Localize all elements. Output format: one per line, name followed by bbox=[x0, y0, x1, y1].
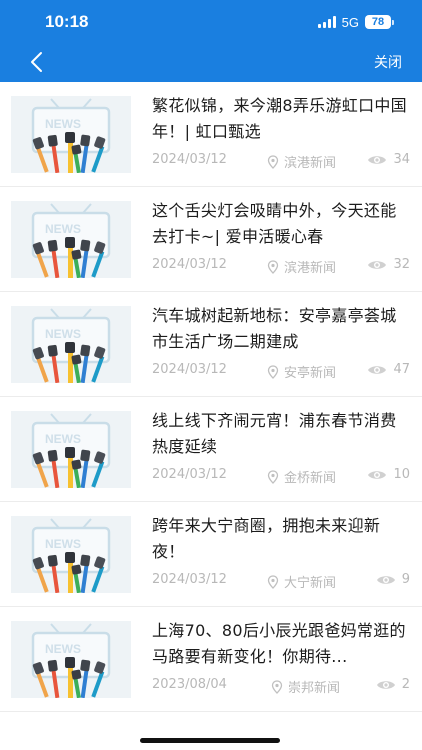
view-count: 34 bbox=[367, 152, 410, 167]
news-list-item[interactable]: NEWS 线上线下齐闹元宵！浦东春节消费热度延续 2024/03/12 金桥新闻… bbox=[0, 397, 422, 502]
news-date: 2023/08/04 bbox=[152, 677, 227, 692]
eye-icon bbox=[376, 575, 395, 584]
news-source-label: 大宁新闻 bbox=[284, 576, 337, 591]
news-thumbnail-image: NEWS bbox=[11, 306, 131, 384]
location-pin-icon bbox=[267, 154, 279, 169]
news-source-label: 崇邦新闻 bbox=[288, 681, 341, 696]
news-list-item[interactable]: NEWS 这个舌尖灯会吸睛中外，今天还能去打卡~| 爱申活暖心春 2024/03… bbox=[0, 187, 422, 292]
view-count-value: 47 bbox=[393, 362, 410, 377]
status-indicators: 5G 78 bbox=[317, 14, 394, 30]
news-source: 大宁新闻 bbox=[266, 572, 336, 591]
location-pin-icon bbox=[267, 364, 279, 379]
news-list-item[interactable]: NEWS 上海70、80后小辰光跟爸妈常逛的马路要有新变化！你期待... 202… bbox=[0, 607, 422, 712]
svg-text:NEWS: NEWS bbox=[45, 537, 81, 551]
view-count-value: 34 bbox=[393, 152, 410, 167]
news-meta: 2024/03/12 滨港新闻 34 bbox=[152, 152, 410, 171]
news-thumbnail-image: NEWS bbox=[11, 411, 131, 489]
back-button[interactable] bbox=[26, 50, 50, 74]
news-source: 崇邦新闻 bbox=[270, 677, 340, 696]
view-count: 47 bbox=[367, 362, 410, 377]
location-pin-icon bbox=[271, 679, 283, 694]
news-source: 滨港新闻 bbox=[266, 152, 336, 171]
news-list: NEWS 繁花似锦，来今潮8弄乐游虹口中国年！| 虹口甄选 2024/03/12… bbox=[0, 82, 422, 712]
news-list-item[interactable]: NEWS 繁花似锦，来今潮8弄乐游虹口中国年！| 虹口甄选 2024/03/12… bbox=[0, 82, 422, 187]
svg-text:NEWS: NEWS bbox=[45, 327, 81, 341]
news-source-label: 滨港新闻 bbox=[284, 261, 337, 276]
news-source: 滨港新闻 bbox=[266, 257, 336, 276]
news-title: 上海70、80后小辰光跟爸妈常逛的马路要有新变化！你期待... bbox=[152, 621, 406, 666]
news-source: 金桥新闻 bbox=[266, 467, 336, 486]
eye-icon bbox=[368, 155, 387, 164]
news-list-item[interactable]: NEWS 跨年来大宁商圈，拥抱未来迎新夜！ 2024/03/12 大宁新闻 9 bbox=[0, 502, 422, 607]
svg-text:NEWS: NEWS bbox=[45, 222, 81, 236]
view-count-value: 2 bbox=[401, 677, 410, 692]
view-count: 9 bbox=[376, 572, 410, 587]
news-date: 2024/03/12 bbox=[152, 362, 227, 377]
eye-icon bbox=[368, 365, 387, 374]
top-bar: 10:18 5G 78 关闭 bbox=[0, 0, 422, 82]
view-count-value: 32 bbox=[393, 257, 410, 272]
news-title: 线上线下齐闹元宵！浦东春节消费热度延续 bbox=[152, 411, 397, 456]
view-count: 2 bbox=[376, 677, 410, 692]
svg-text:NEWS: NEWS bbox=[45, 432, 81, 446]
close-button[interactable]: 关闭 bbox=[374, 52, 402, 72]
news-meta: 2024/03/12 金桥新闻 10 bbox=[152, 467, 410, 486]
news-meta: 2024/03/12 滨港新闻 32 bbox=[152, 257, 410, 276]
battery-level: 78 bbox=[365, 15, 391, 29]
news-source-label: 安亭新闻 bbox=[284, 366, 337, 381]
news-date: 2024/03/12 bbox=[152, 467, 227, 482]
svg-text:NEWS: NEWS bbox=[45, 117, 81, 131]
news-date: 2024/03/12 bbox=[152, 257, 227, 272]
location-pin-icon bbox=[267, 259, 279, 274]
eye-icon bbox=[368, 260, 387, 269]
news-title: 跨年来大宁商圈，拥抱未来迎新夜！ bbox=[152, 516, 381, 561]
news-title: 这个舌尖灯会吸睛中外，今天还能去打卡~| 爱申活暖心春 bbox=[152, 201, 397, 246]
view-count-value: 10 bbox=[393, 467, 410, 482]
status-time: 10:18 bbox=[45, 12, 89, 31]
news-date: 2024/03/12 bbox=[152, 572, 227, 587]
news-source: 安亭新闻 bbox=[266, 362, 336, 381]
news-thumbnail-image: NEWS bbox=[11, 516, 131, 594]
news-thumbnail-image: NEWS bbox=[11, 201, 131, 279]
svg-text:NEWS: NEWS bbox=[45, 642, 81, 656]
news-thumbnail-image: NEWS bbox=[11, 621, 131, 699]
location-pin-icon bbox=[267, 574, 279, 589]
view-count-value: 9 bbox=[401, 572, 410, 587]
network-type: 5G bbox=[341, 14, 359, 30]
eye-icon bbox=[368, 470, 387, 479]
home-indicator bbox=[140, 738, 280, 743]
news-meta: 2024/03/12 大宁新闻 9 bbox=[152, 572, 410, 591]
location-pin-icon bbox=[267, 469, 279, 484]
signal-icon bbox=[317, 16, 336, 28]
view-count: 32 bbox=[367, 257, 410, 272]
news-source-label: 滨港新闻 bbox=[284, 156, 337, 171]
news-source-label: 金桥新闻 bbox=[284, 471, 337, 486]
news-title: 汽车城树起新地标：安亭嘉亭荟城市生活广场二期建成 bbox=[152, 306, 397, 351]
eye-icon bbox=[376, 680, 395, 689]
battery-icon: 78 bbox=[365, 15, 394, 29]
news-title: 繁花似锦，来今潮8弄乐游虹口中国年！| 虹口甄选 bbox=[152, 96, 407, 141]
news-thumbnail-image: NEWS bbox=[11, 96, 131, 174]
view-count: 10 bbox=[367, 467, 410, 482]
news-date: 2024/03/12 bbox=[152, 152, 227, 167]
news-meta: 2023/08/04 崇邦新闻 2 bbox=[152, 677, 410, 696]
news-list-item[interactable]: NEWS 汽车城树起新地标：安亭嘉亭荟城市生活广场二期建成 2024/03/12… bbox=[0, 292, 422, 397]
news-meta: 2024/03/12 安亭新闻 47 bbox=[152, 362, 410, 381]
